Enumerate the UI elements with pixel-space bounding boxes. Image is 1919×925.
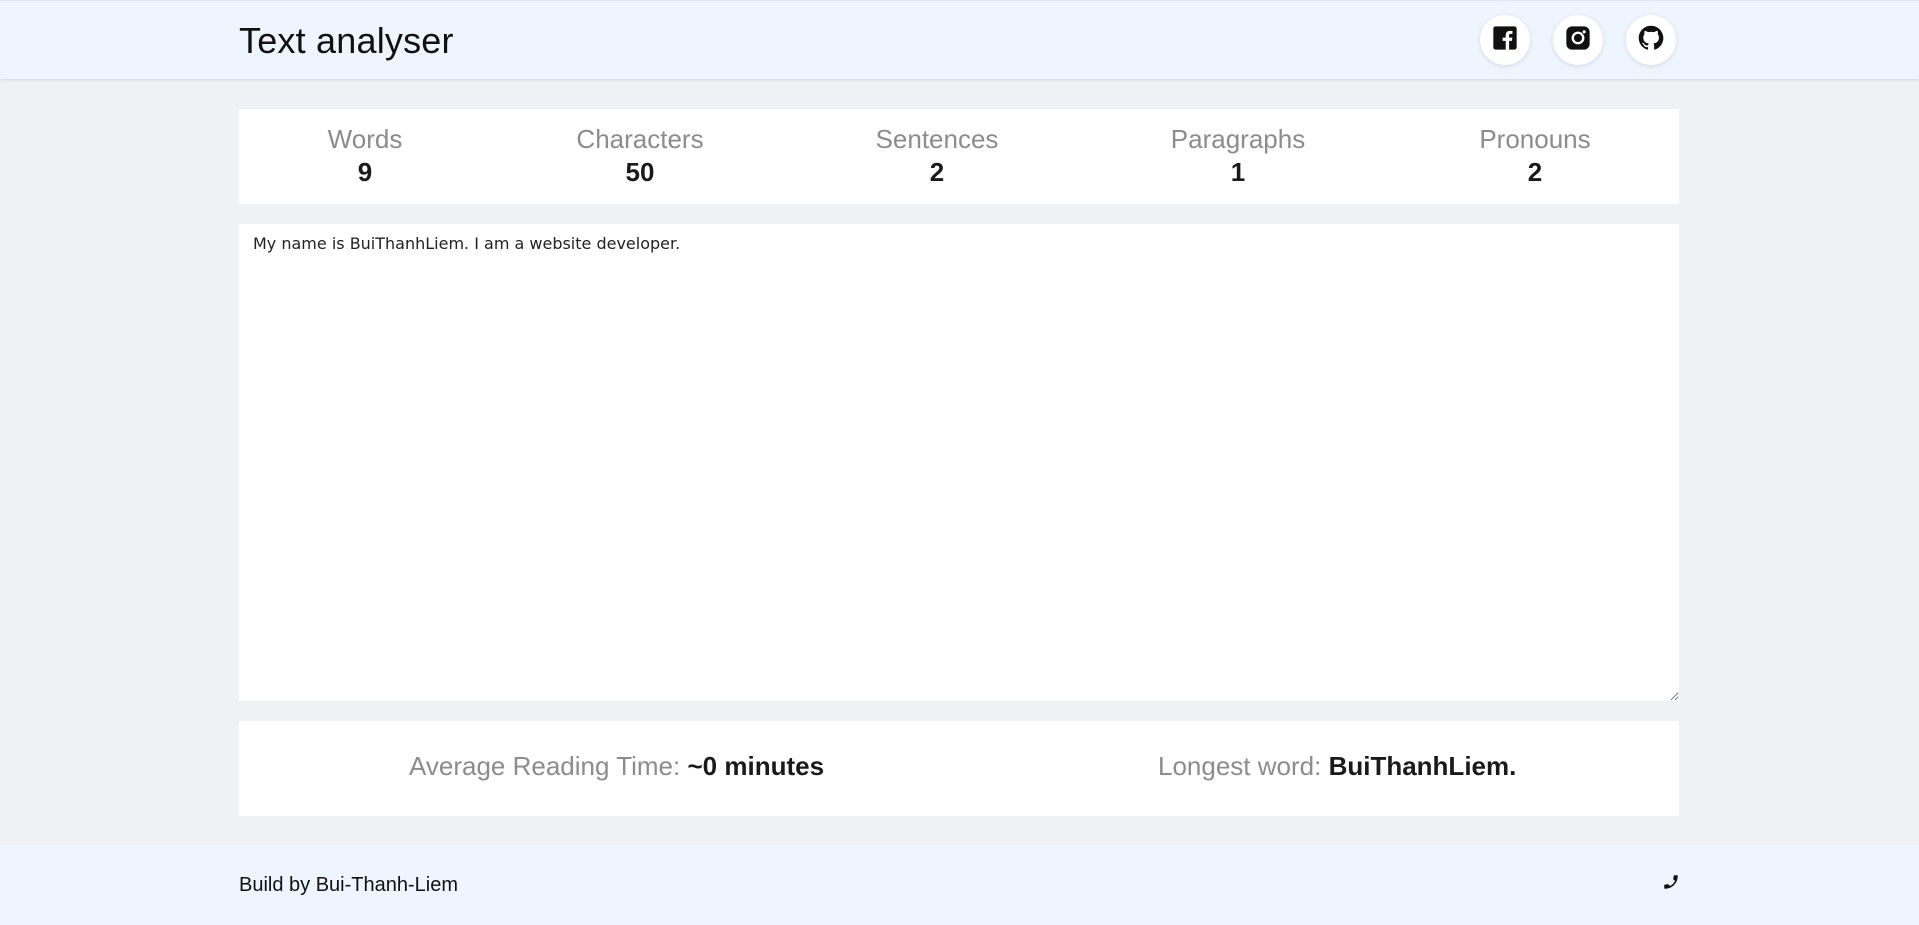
stat-pronouns: Pronouns 2 [1425,123,1645,189]
stat-label: Pronouns [1479,124,1591,154]
stats-panel: Words 9 Characters 50 Sentences 2 Paragr… [239,109,1679,204]
footer-credit: Build by Bui-Thanh-Liem [239,874,458,896]
text-input[interactable] [239,224,1679,701]
stat-characters: Characters 50 [530,123,750,189]
text-input-panel [239,224,1679,701]
stat-value: 1 [1230,157,1246,187]
header: Text analyser [0,0,1919,79]
longest-word: Longest word: BuiThanhLiem. [1158,751,1516,782]
stat-value: 50 [625,157,655,187]
stat-label: Words [327,124,403,154]
stat-words: Words 9 [255,123,475,189]
longest-word-label: Longest word: [1158,751,1322,781]
phone-link[interactable] [1658,871,1684,897]
stat-value: 2 [1527,157,1543,187]
reading-time: Average Reading Time: ~0 minutes [409,751,824,782]
facebook-link[interactable] [1480,15,1530,65]
footer: Build by Bui-Thanh-Liem [0,845,1919,925]
stat-label: Paragraphs [1170,124,1306,154]
github-link[interactable] [1626,15,1676,65]
stat-paragraphs: Paragraphs 1 [1128,123,1348,189]
stat-value: 2 [929,157,945,187]
github-icon [1637,24,1665,57]
summary-panel: Average Reading Time: ~0 minutes Longest… [239,721,1679,816]
instagram-link[interactable] [1553,15,1603,65]
app-title: Text analyser [239,20,454,61]
reading-time-value: ~0 minutes [687,751,825,781]
phone-icon [1662,873,1680,896]
stat-value: 9 [357,157,373,187]
facebook-icon [1491,24,1519,57]
reading-time-label: Average Reading Time: [409,751,681,781]
instagram-icon [1564,24,1592,57]
longest-word-value: BuiThanhLiem. [1328,751,1517,781]
stat-label: Sentences [875,124,999,154]
stat-label: Characters [576,124,704,154]
stat-sentences: Sentences 2 [827,123,1047,189]
